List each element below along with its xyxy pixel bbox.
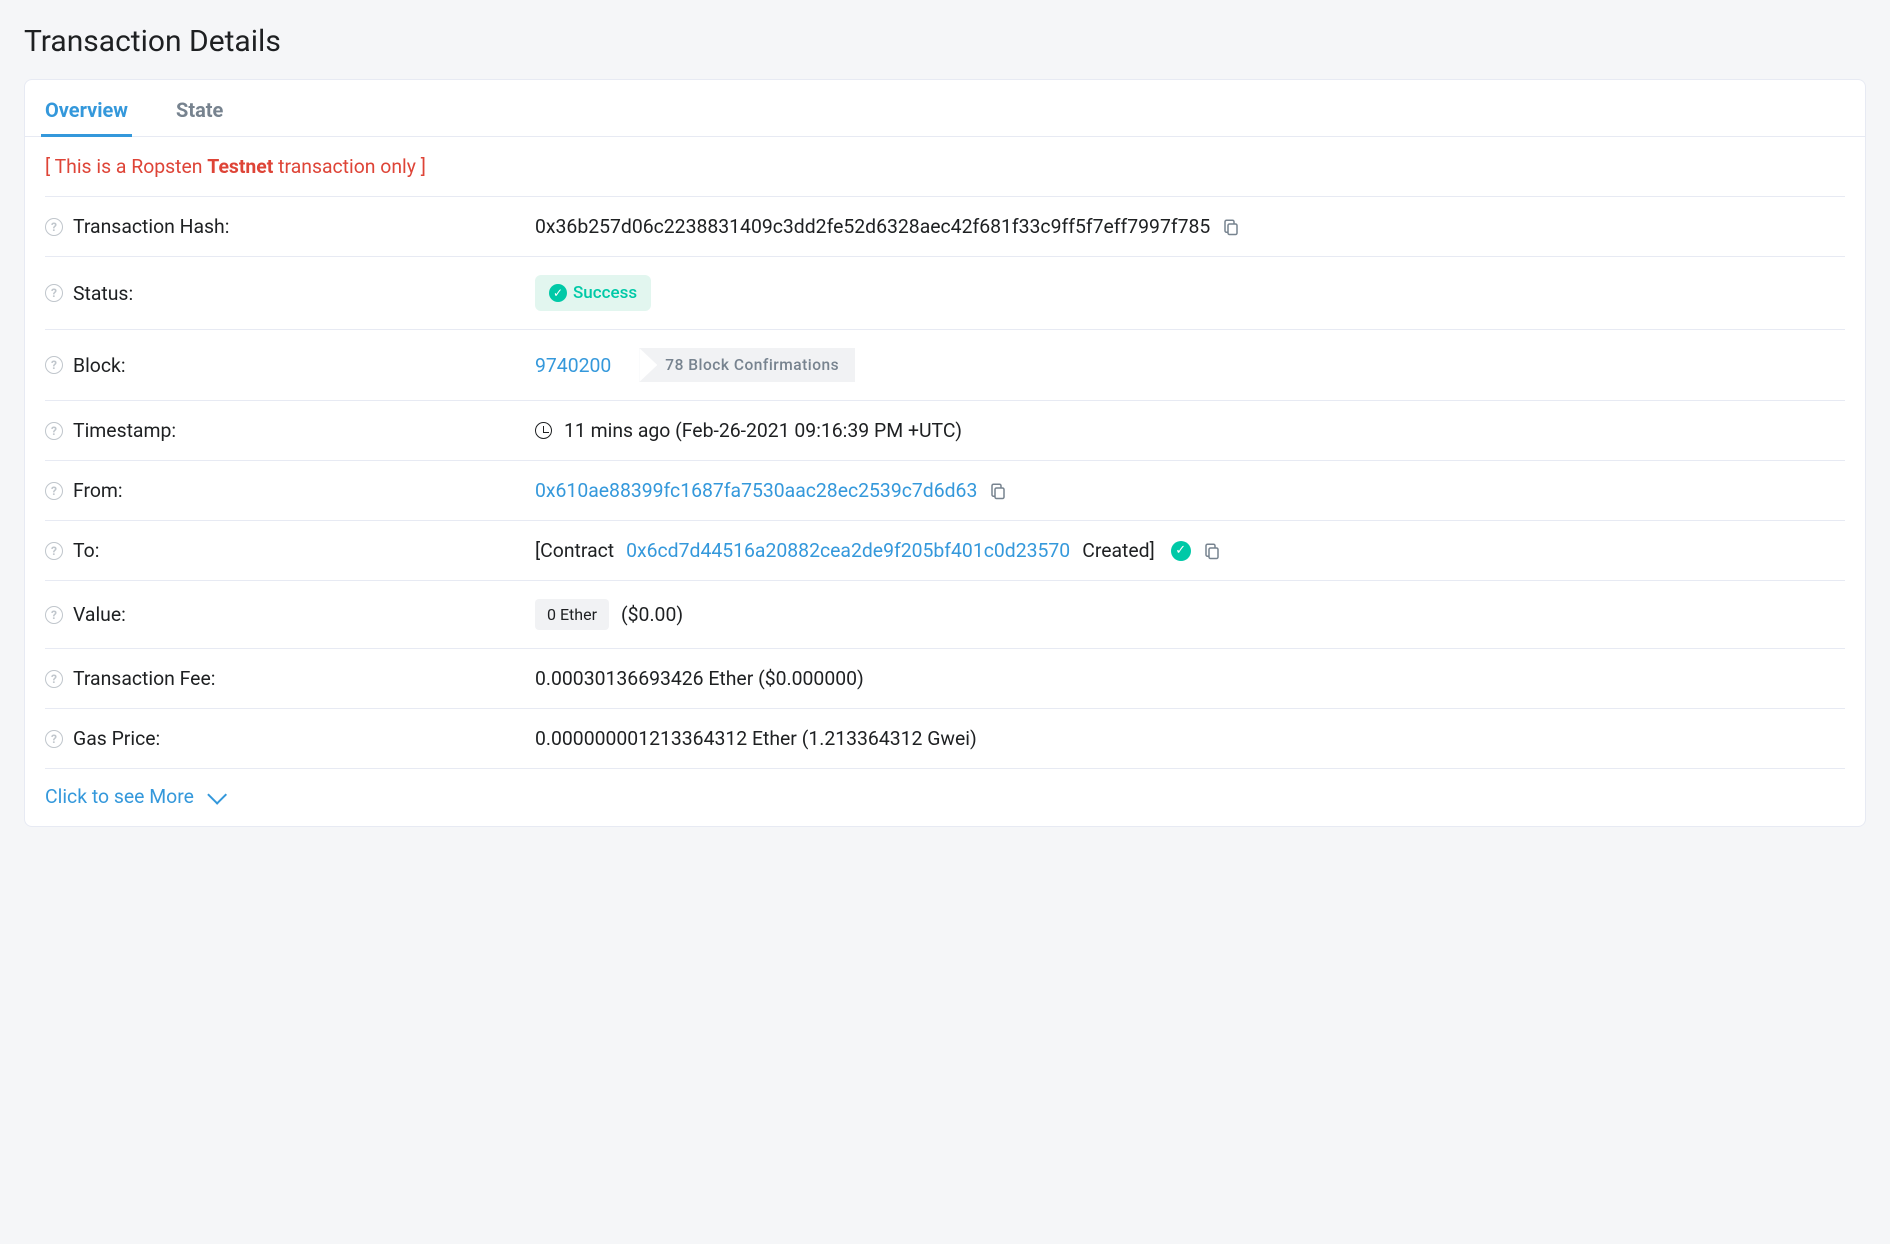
- help-icon[interactable]: ?: [45, 356, 63, 374]
- row-timestamp: ? Timestamp: 11 mins ago (Feb-26-2021 09…: [45, 401, 1845, 461]
- help-icon[interactable]: ?: [45, 482, 63, 500]
- value-hash: 0x36b257d06c2238831409c3dd2fe52d6328aec4…: [535, 215, 1210, 238]
- label-to: To:: [73, 539, 99, 562]
- help-icon[interactable]: ?: [45, 606, 63, 624]
- label-from: From:: [73, 479, 123, 502]
- label-value: Value:: [73, 603, 126, 626]
- value-gasprice: 0.000000001213364312 Ether (1.213364312 …: [535, 727, 977, 750]
- help-icon[interactable]: ?: [45, 218, 63, 236]
- tab-state[interactable]: State: [172, 80, 227, 136]
- help-icon[interactable]: ?: [45, 422, 63, 440]
- row-gasprice: ? Gas Price: 0.000000001213364312 Ether …: [45, 709, 1845, 769]
- row-status: ? Status: ✓ Success: [45, 257, 1845, 330]
- content: [ This is a Ropsten Testnet transaction …: [25, 137, 1865, 826]
- help-icon[interactable]: ?: [45, 284, 63, 302]
- copy-icon[interactable]: [1203, 541, 1221, 561]
- row-to: ? To: [Contract 0x6cd7d44516a20882cea2de…: [45, 521, 1845, 581]
- help-icon[interactable]: ?: [45, 730, 63, 748]
- chevron-down-icon: [207, 784, 227, 804]
- testnet-notice: [ This is a Ropsten Testnet transaction …: [45, 137, 1845, 197]
- copy-icon[interactable]: [1222, 217, 1240, 237]
- row-fee: ? Transaction Fee: 0.00030136693426 Ethe…: [45, 649, 1845, 709]
- tabs: Overview State: [25, 80, 1865, 137]
- label-hash: Transaction Hash:: [73, 215, 229, 238]
- see-more-button[interactable]: Click to see More: [45, 769, 1845, 816]
- notice-bold: Testnet: [207, 155, 273, 178]
- row-block: ? Block: 9740200 78 Block Confirmations: [45, 330, 1845, 401]
- label-fee: Transaction Fee:: [73, 667, 215, 690]
- status-badge: ✓ Success: [535, 275, 651, 311]
- confirmations-badge: 78 Block Confirmations: [639, 348, 855, 382]
- help-icon[interactable]: ?: [45, 542, 63, 560]
- label-timestamp: Timestamp:: [73, 419, 176, 442]
- value-usd: ($0.00): [621, 603, 683, 626]
- clock-icon: [535, 422, 552, 439]
- value-fee: 0.00030136693426 Ether ($0.000000): [535, 667, 864, 690]
- row-from: ? From: 0x610ae88399fc1687fa7530aac28ec2…: [45, 461, 1845, 521]
- value-timestamp: 11 mins ago (Feb-26-2021 09:16:39 PM +UT…: [564, 419, 962, 442]
- from-address-link[interactable]: 0x610ae88399fc1687fa7530aac28ec2539c7d6d…: [535, 479, 977, 502]
- block-number-link[interactable]: 9740200: [535, 354, 611, 377]
- status-text: Success: [573, 283, 637, 303]
- value-ether-pill: 0 Ether: [535, 599, 609, 630]
- copy-icon[interactable]: [989, 481, 1007, 501]
- to-prefix: [Contract: [535, 539, 614, 562]
- row-value: ? Value: 0 Ether ($0.00): [45, 581, 1845, 649]
- label-status: Status:: [73, 282, 133, 305]
- verified-icon: ✓: [1171, 541, 1191, 561]
- help-icon[interactable]: ?: [45, 670, 63, 688]
- to-address-link[interactable]: 0x6cd7d44516a20882cea2de9f205bf401c0d235…: [626, 539, 1070, 562]
- label-block: Block:: [73, 354, 126, 377]
- to-suffix: Created]: [1082, 539, 1155, 562]
- notice-prefix: [ This is a Ropsten: [45, 155, 207, 178]
- tab-overview[interactable]: Overview: [41, 80, 132, 136]
- label-gasprice: Gas Price:: [73, 727, 160, 750]
- notice-suffix: transaction only ]: [273, 155, 426, 178]
- row-hash: ? Transaction Hash: 0x36b257d06c22388314…: [45, 197, 1845, 257]
- transaction-card: Overview State [ This is a Ropsten Testn…: [24, 79, 1866, 827]
- page-title: Transaction Details: [24, 24, 1866, 59]
- see-more-label: Click to see More: [45, 785, 194, 808]
- check-icon: ✓: [549, 284, 567, 302]
